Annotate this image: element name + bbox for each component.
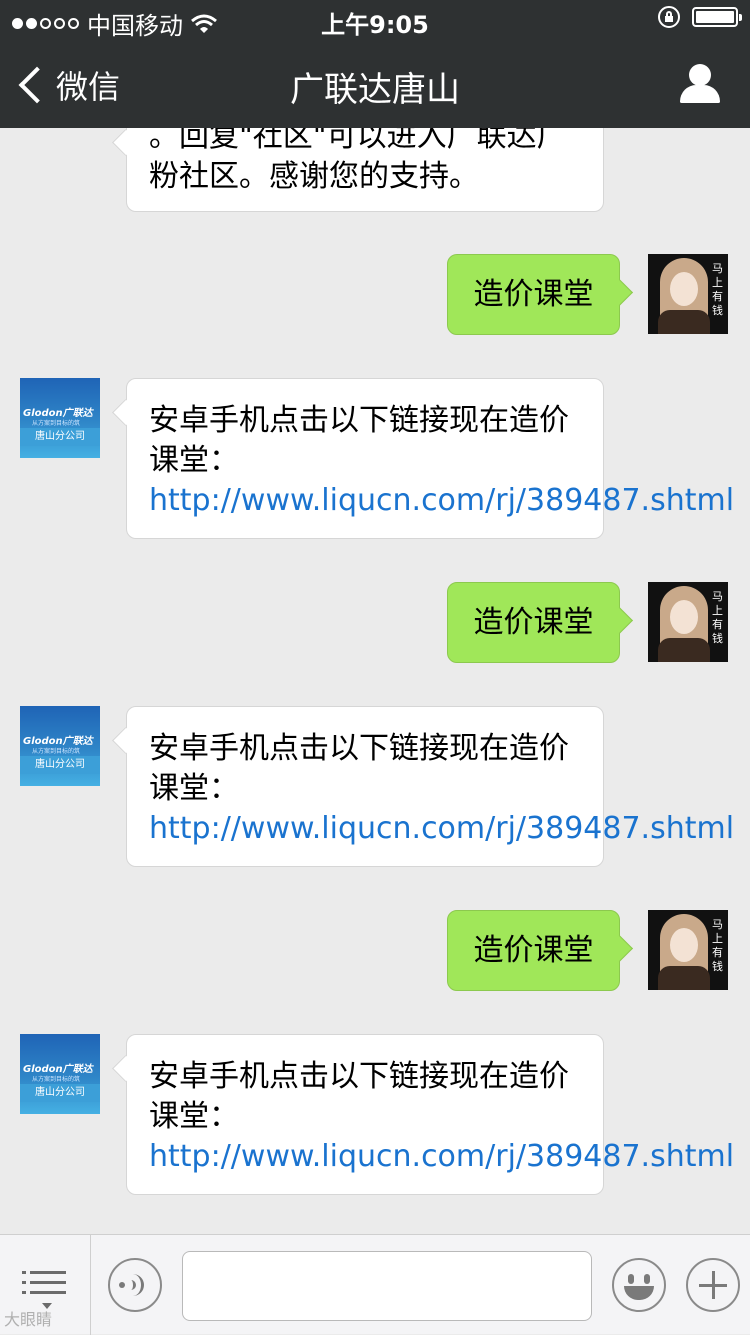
rotation-lock-icon (658, 6, 680, 28)
person-icon[interactable] (680, 64, 720, 104)
user-avatar[interactable]: 马上有钱 (648, 254, 728, 334)
menu-icon[interactable] (22, 1269, 70, 1309)
watermark: 大眼睛 (4, 1310, 53, 1329)
brand-name: Glodon广联达 (23, 408, 93, 419)
message-bubble-incoming[interactable]: 安卓手机点击以下链接现在造价课堂： http://www.liqucn.com/r… (126, 706, 734, 867)
message-link[interactable]: http://www.liqucn.com/rj/389487.shtml (149, 483, 734, 518)
message-bubble-outgoing[interactable]: 造价课堂 (447, 910, 620, 991)
message-text: 。回复"社区"可以进入广联达广粉社区。感谢您的支持。 (149, 128, 567, 194)
message-text: 安卓手机点击以下链接现在造价课堂： (149, 1059, 569, 1134)
message-text: 造价课堂 (473, 932, 594, 968)
brand-avatar[interactable]: Glodon广联达 从方案到目标的筑 唐山分公司 (20, 706, 100, 786)
status-right (658, 6, 742, 28)
avatar-text: 马上有钱 (712, 262, 723, 317)
message-bubble-outgoing[interactable]: 造价课堂 (447, 254, 620, 335)
clock: 上午9:05 (321, 11, 429, 39)
brand-name: Glodon广联达 (23, 1064, 93, 1075)
message-text: 安卓手机点击以下链接现在造价课堂： (149, 403, 569, 478)
chat-area[interactable]: 。回复"社区"可以进入广联达广粉社区。感谢您的支持。 马上有钱 造价课堂 Glo… (0, 128, 750, 1234)
plus-icon[interactable] (686, 1258, 740, 1312)
avatar-text: 马上有钱 (712, 590, 723, 645)
message-bubble-incoming[interactable]: 。回复"社区"可以进入广联达广粉社区。感谢您的支持。 (126, 128, 604, 212)
message-bubble-outgoing[interactable]: 造价课堂 (447, 582, 620, 663)
message-bubble-incoming[interactable]: 安卓手机点击以下链接现在造价课堂： http://www.liqucn.com/r… (126, 378, 734, 539)
message-link[interactable]: http://www.liqucn.com/rj/389487.shtml (149, 1139, 734, 1174)
nav-bar: 微信 广联达唐山 (0, 40, 750, 128)
user-avatar[interactable]: 马上有钱 (648, 910, 728, 990)
message-text: 造价课堂 (473, 276, 594, 312)
brand-tagline: 从方案到目标的筑 (32, 748, 81, 755)
brand-branch: 唐山分公司 (20, 1084, 100, 1102)
brand-branch: 唐山分公司 (20, 428, 100, 446)
voice-icon[interactable] (108, 1258, 162, 1312)
brand-tagline: 从方案到目标的筑 (32, 420, 81, 427)
message-input[interactable] (182, 1251, 592, 1321)
status-bar: 中国移动 上午9:05 (0, 0, 750, 40)
brand-tagline: 从方案到目标的筑 (32, 1076, 81, 1083)
message-text: 安卓手机点击以下链接现在造价课堂： (149, 731, 569, 806)
emoji-icon[interactable] (612, 1258, 666, 1312)
brand-branch: 唐山分公司 (20, 756, 100, 774)
avatar-text: 马上有钱 (712, 918, 723, 973)
brand-name: Glodon广联达 (23, 736, 93, 747)
user-avatar[interactable]: 马上有钱 (648, 582, 728, 662)
page-title: 广联达唐山 (290, 70, 460, 110)
divider (90, 1235, 91, 1335)
brand-avatar[interactable]: Glodon广联达 从方案到目标的筑 唐山分公司 (20, 378, 100, 458)
input-bar (0, 1234, 750, 1335)
brand-avatar[interactable]: Glodon广联达 从方案到目标的筑 唐山分公司 (20, 1034, 100, 1114)
message-bubble-incoming[interactable]: 安卓手机点击以下链接现在造价课堂： http://www.liqucn.com/r… (126, 1034, 734, 1195)
battery-icon (692, 7, 742, 27)
message-link[interactable]: http://www.liqucn.com/rj/389487.shtml (149, 811, 734, 846)
message-text: 造价课堂 (473, 604, 594, 640)
